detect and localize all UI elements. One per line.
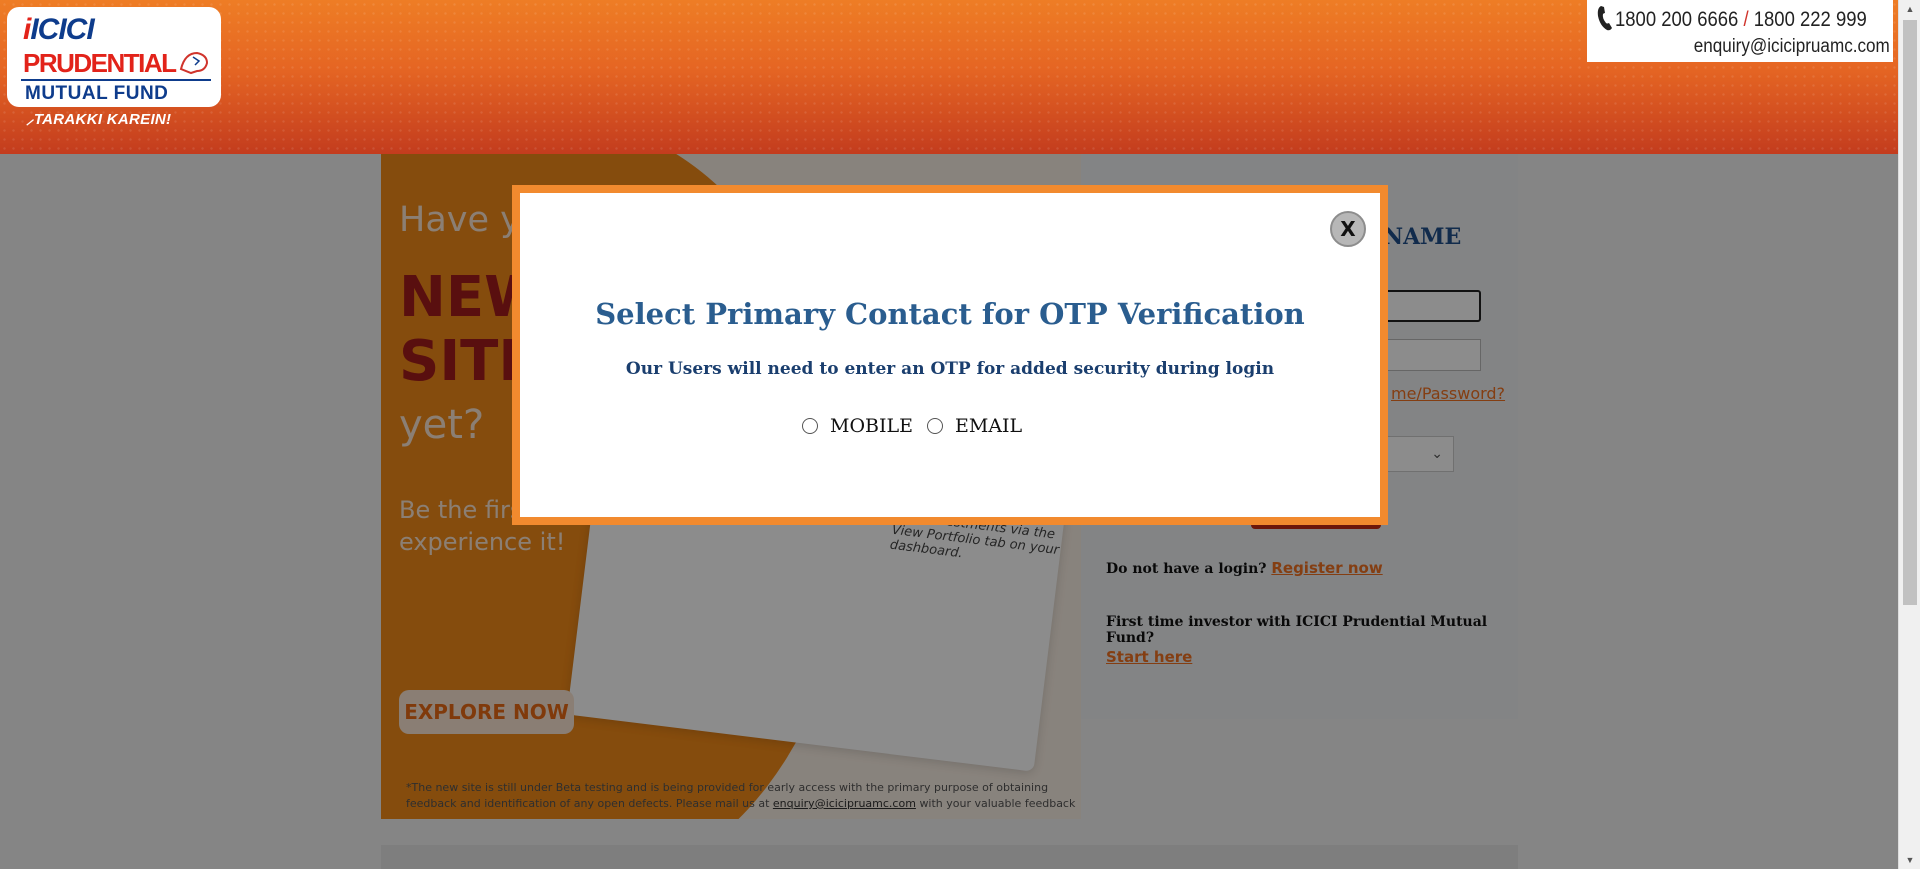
mobile-label: MOBILE xyxy=(830,415,913,437)
email-radio[interactable] xyxy=(927,418,943,434)
option-email[interactable]: EMAIL xyxy=(927,415,1022,437)
scroll-down-icon[interactable]: ▼ xyxy=(1899,851,1920,869)
phone-number-1[interactable]: 1800 200 6666 xyxy=(1615,8,1738,31)
dialog-title: Select Primary Contact for OTP Verificat… xyxy=(595,297,1305,331)
mobile-radio[interactable] xyxy=(802,418,818,434)
logo-line-icici: iICICI xyxy=(23,13,95,46)
contact-box: 1800 200 6666 / 1800 222 999 enquiry@ici… xyxy=(1587,0,1893,62)
contact-email[interactable]: enquiry@icicipruamc.com xyxy=(1694,36,1890,58)
lion-icon xyxy=(179,51,209,75)
email-label: EMAIL xyxy=(955,415,1023,437)
otp-contact-dialog: X Select Primary Contact for OTP Verific… xyxy=(512,185,1388,525)
phone-numbers: 1800 200 6666 / 1800 222 999 xyxy=(1615,8,1867,32)
scrollbar-thumb[interactable] xyxy=(1903,20,1917,605)
phone-icon xyxy=(1597,6,1612,31)
page-scrollbar[interactable]: ▲ ▼ xyxy=(1898,0,1920,869)
dialog-subtitle: Our Users will need to enter an OTP for … xyxy=(625,359,1275,379)
logo-line-mutual-fund: MUTUAL FUND xyxy=(25,83,169,104)
scroll-up-icon[interactable]: ▲ xyxy=(1899,0,1920,18)
close-button[interactable]: X xyxy=(1330,211,1366,247)
logo-divider xyxy=(21,79,211,81)
site-header: iICICI PRUDENTIAL MUTUAL FUND ⸝TARAKKI K… xyxy=(0,0,1898,154)
contact-options: MOBILE EMAIL xyxy=(802,415,1036,437)
option-mobile[interactable]: MOBILE xyxy=(802,415,913,437)
phone-separator: / xyxy=(1743,8,1749,31)
tagline: ⸝TARAKKI KAREIN! xyxy=(26,111,172,128)
icici-prudential-logo[interactable]: iICICI PRUDENTIAL MUTUAL FUND xyxy=(7,7,221,107)
logo-line-prudential: PRUDENTIAL xyxy=(23,48,177,78)
phone-number-2[interactable]: 1800 222 999 xyxy=(1754,8,1867,31)
